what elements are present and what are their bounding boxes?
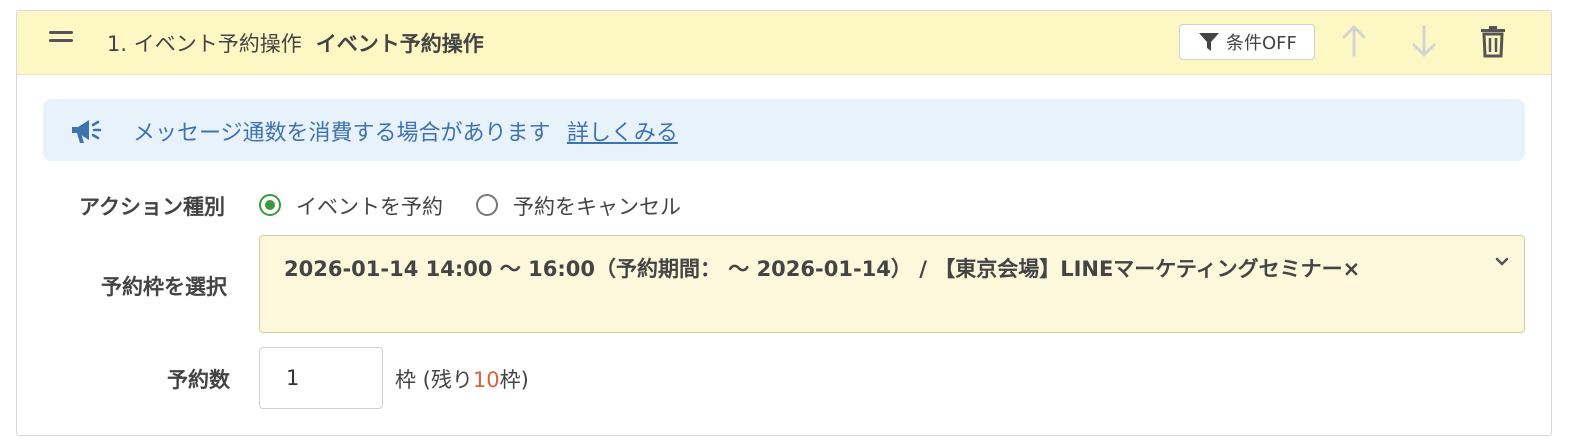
move-down-icon[interactable]: [1409, 23, 1439, 59]
action-panel: 1. イベント予約操作 イベント予約操作 条件OFF メッセージ通数を消費する場…: [16, 10, 1552, 436]
step-number: 1. イベント予約操作: [107, 32, 302, 56]
remaining-slots: 枠 (残り10枠): [395, 368, 529, 392]
condition-toggle-button[interactable]: 条件OFF: [1179, 24, 1315, 60]
trash-icon[interactable]: [1479, 25, 1507, 59]
condition-button-label: 条件OFF: [1226, 33, 1297, 54]
details-link[interactable]: 詳しくみる: [567, 115, 678, 147]
chevron-down-icon[interactable]: [1494, 256, 1510, 268]
radio-cancel-reservation-label[interactable]: 予約をキャンセル: [513, 191, 681, 221]
panel-header: 1. イベント予約操作 イベント予約操作 条件OFF: [17, 11, 1551, 75]
remaining-count: 10: [472, 368, 500, 392]
message-notice: メッセージ通数を消費する場合があります 詳しくみる: [43, 99, 1525, 161]
slot-select[interactable]: 2026-01-14 14:00 〜 16:00（予約期間： 〜 2026-01…: [259, 235, 1525, 333]
slot-select-label: 予約枠を選択: [101, 275, 227, 299]
radio-cancel-reservation[interactable]: [476, 194, 498, 216]
notice-message: メッセージ通数を消費する場合があります: [133, 121, 551, 146]
megaphone-icon: [72, 120, 102, 143]
drag-handle-icon[interactable]: [49, 31, 73, 47]
step-title: 1. イベント予約操作 イベント予約操作: [107, 28, 484, 58]
step-name: イベント予約操作: [315, 32, 484, 56]
quantity-label: 予約数: [167, 368, 230, 392]
radio-reserve-event[interactable]: [259, 194, 281, 216]
slot-selected-value: 2026-01-14 14:00 〜 16:00（予約期間： 〜 2026-01…: [284, 257, 1361, 281]
quantity-input[interactable]: 1: [259, 347, 383, 409]
radio-reserve-event-label[interactable]: イベントを予約: [296, 191, 443, 221]
move-up-icon[interactable]: [1339, 23, 1369, 59]
filter-icon: [1199, 33, 1219, 51]
clear-selection-icon[interactable]: ×: [1343, 257, 1361, 281]
action-type-label: アクション種別: [79, 195, 225, 219]
